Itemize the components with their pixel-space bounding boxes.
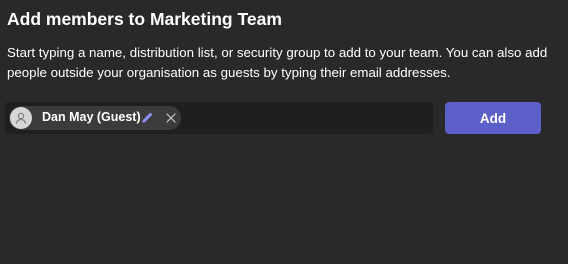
dialog-title: Add members to Marketing Team bbox=[7, 9, 282, 29]
person-icon bbox=[10, 107, 32, 129]
pencil-icon[interactable] bbox=[140, 111, 154, 125]
dialog-description: Start typing a name, distribution list, … bbox=[7, 45, 548, 80]
add-members-dialog: Add members to Marketing Team Start typi… bbox=[0, 0, 568, 264]
selected-person-name: Dan May (Guest) bbox=[42, 110, 141, 124]
people-picker-input[interactable]: Dan May (Guest) bbox=[5, 102, 433, 134]
add-button[interactable]: Add bbox=[445, 102, 541, 134]
selected-person-chip: Dan May (Guest) bbox=[9, 106, 181, 130]
close-icon[interactable] bbox=[164, 111, 178, 125]
